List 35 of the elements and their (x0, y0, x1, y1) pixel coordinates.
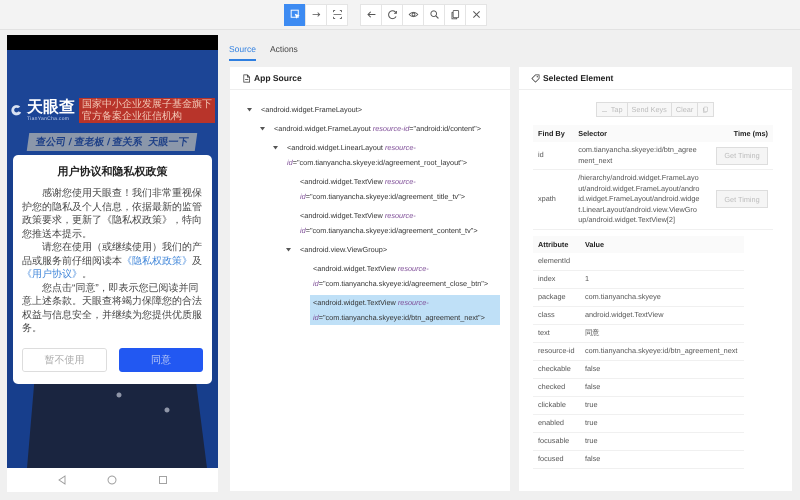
tab[interactable]: Actions (270, 30, 298, 61)
logo-icon (10, 104, 23, 117)
refresh-icon (386, 9, 398, 20)
back-icon[interactable] (57, 475, 68, 485)
home-icon[interactable] (107, 475, 118, 485)
dashed-frame-icon (332, 9, 342, 20)
logo-text: 天眼查 (27, 100, 75, 116)
recents-icon[interactable] (158, 475, 168, 485)
eye-icon (408, 9, 418, 20)
caret-icon[interactable] (247, 107, 252, 112)
copy-icon (702, 106, 710, 113)
dialog-paragraph: 感谢您使用天眼查！我们非常重视保护您的隐私及个人信息，依据最新的监管政策要求，更新了《隐私权政策》，特向您推送本提示。 (22, 187, 203, 241)
caret-icon[interactable] (273, 145, 278, 150)
file-icon (242, 74, 251, 82)
slogan-banner: 查公司 / 查老板 / 查关系 天眼一下 (27, 133, 198, 151)
tab[interactable]: Source (229, 30, 256, 61)
dialog-title: 用户协议和隐私权政策 (56, 164, 168, 179)
dialog-paragraph: 您点击“同意”，即表示您已阅读并同意上述条款。天眼查将竭力保障您的合法权益与信息安全，并继续为您提供优质服务。 (22, 282, 203, 336)
logo-badge: 国家中小企业发展子基金旗下 官方备案企业征信机构 (79, 98, 215, 123)
dialog-paragraph: 请您在使用（或继续使用）我们的产品或服务前仔细阅读本《隐私权政策》及 《用户协议》。 (22, 241, 203, 282)
caret-icon[interactable] (260, 126, 265, 131)
toolbar-button[interactable] (284, 4, 306, 26)
panel-title: App Source (254, 73, 302, 83)
copy-icon (450, 9, 460, 20)
pointer-icon (290, 9, 300, 20)
caret-icon[interactable] (286, 247, 291, 252)
agree-button[interactable]: 同意 (118, 348, 203, 372)
tag-icon (531, 74, 540, 82)
panel-title: Selected Element (543, 73, 614, 83)
decline-button[interactable]: 暂不使用 (22, 348, 106, 372)
back-arrow-icon (366, 9, 376, 20)
policy-link[interactable]: 《隐私权政策》 (122, 256, 192, 266)
search-icon (428, 9, 440, 20)
policy-link[interactable]: 《用户协议》 (22, 269, 82, 280)
close-icon (470, 9, 482, 20)
